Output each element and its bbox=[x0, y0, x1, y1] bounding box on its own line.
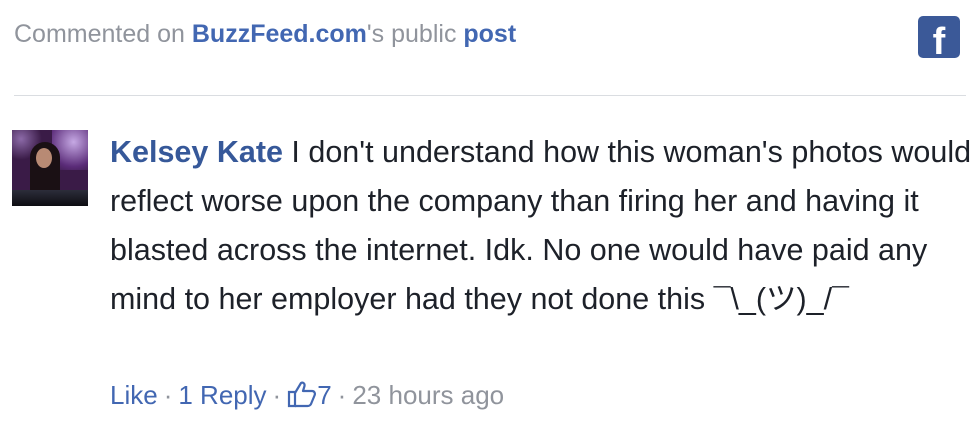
like-count[interactable]: 7 bbox=[287, 380, 332, 410]
like-count-value: 7 bbox=[317, 380, 332, 410]
facebook-icon[interactable]: f bbox=[918, 16, 960, 63]
separator: · bbox=[272, 380, 282, 410]
divider bbox=[14, 95, 966, 96]
comment-actions: Like · 1 Reply · 7 · 23 hours ago bbox=[110, 380, 504, 411]
comment-body: Kelsey Kate I don't understand how this … bbox=[110, 128, 972, 324]
reply-link[interactable]: 1 Reply bbox=[178, 380, 266, 410]
header-prefix: Commented on bbox=[14, 20, 192, 48]
like-link[interactable]: Like bbox=[110, 380, 158, 410]
timestamp[interactable]: 23 hours ago bbox=[352, 380, 504, 410]
post-link[interactable]: post bbox=[463, 20, 516, 48]
thumbs-up-icon bbox=[288, 381, 317, 408]
separator: · bbox=[337, 380, 347, 410]
post-context-header: Commented on BuzzFeed.com's public post bbox=[14, 20, 516, 49]
separator: · bbox=[163, 380, 173, 410]
comment-author[interactable]: Kelsey Kate bbox=[110, 135, 283, 169]
avatar[interactable] bbox=[12, 130, 88, 206]
facebook-glyph: f bbox=[932, 21, 946, 63]
header-middle: 's public bbox=[366, 20, 464, 48]
page-link[interactable]: BuzzFeed.com bbox=[192, 20, 367, 48]
